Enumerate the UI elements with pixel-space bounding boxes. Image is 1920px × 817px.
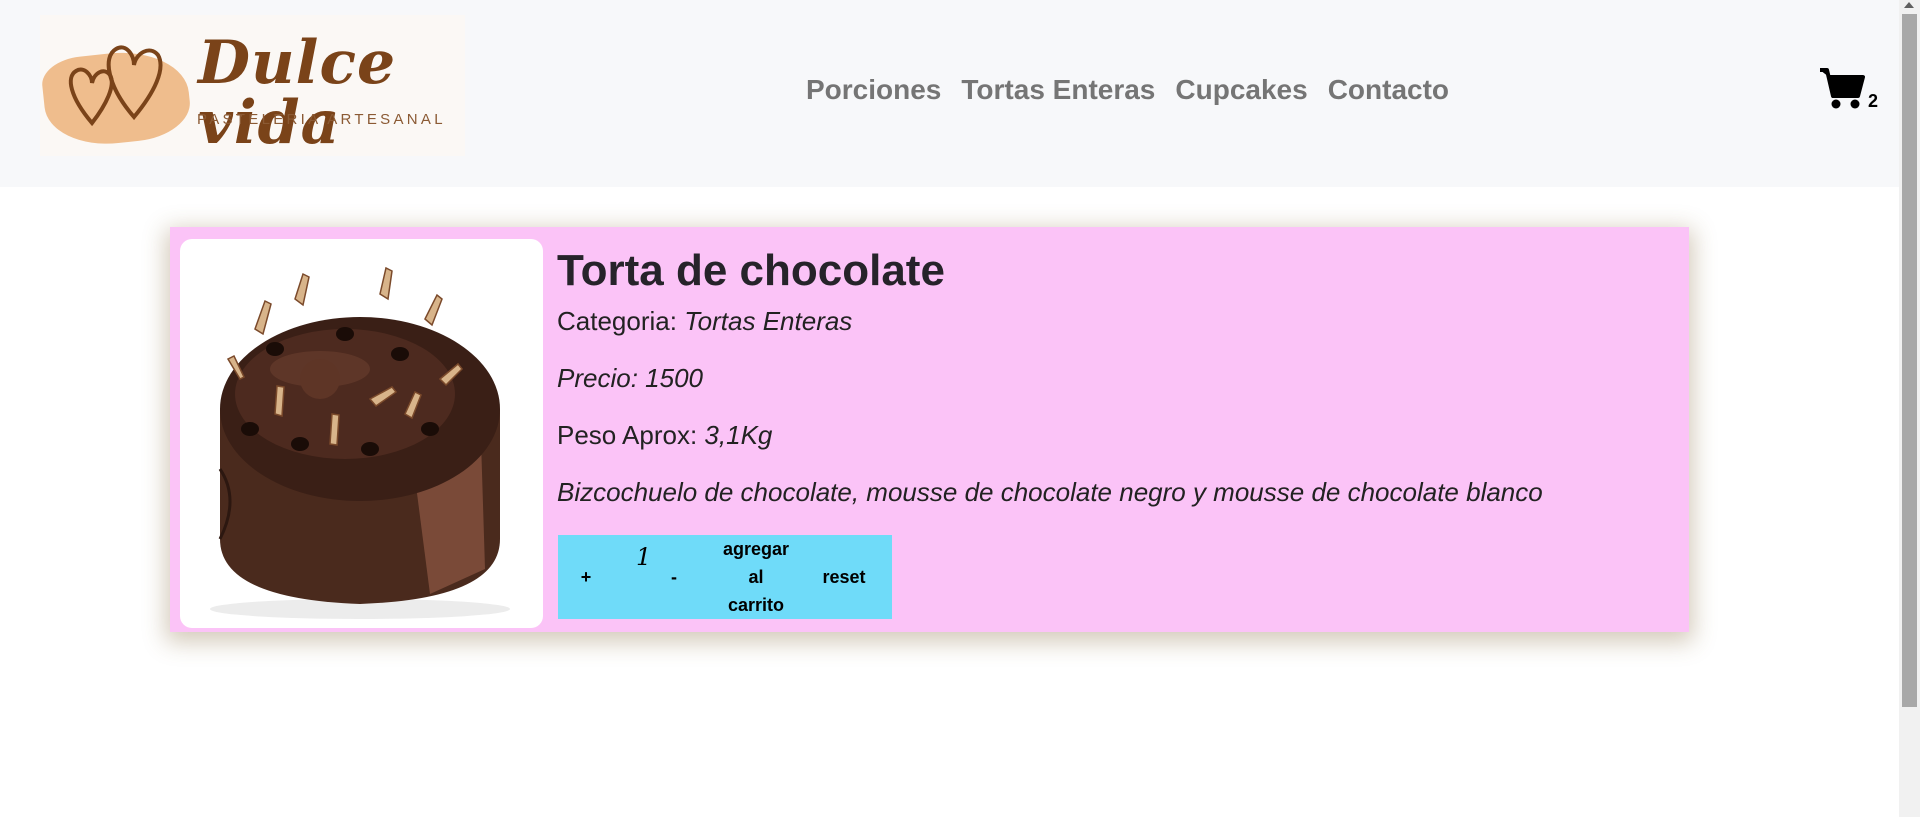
quantity-value: 1	[636, 543, 652, 571]
product-price: Precio: 1500	[557, 363, 703, 394]
brand-logo[interactable]: Dulce vida PASTELERIA ARTESANAL	[39, 15, 465, 158]
nav-link-cupcakes[interactable]: Cupcakes	[1175, 70, 1307, 110]
nav-link-tortas-enteras[interactable]: Tortas Enteras	[961, 70, 1155, 110]
add-to-cart-label-1: agregar	[722, 539, 790, 559]
decrement-button[interactable]: -	[664, 563, 684, 591]
product-description: Bizcochuelo de chocolate, mousse de choc…	[557, 477, 1543, 508]
cart-count-badge: 2	[1868, 91, 1879, 111]
logo-subtitle: PASTELERIA ARTESANAL	[197, 111, 446, 128]
add-to-cart-label-2: al	[748, 567, 764, 587]
product-weight: Peso Aprox: 3,1Kg	[557, 420, 772, 451]
product-title: Torta de chocolate	[557, 246, 945, 295]
product-category: Categoria: Tortas Enteras	[557, 306, 852, 337]
price-label: Precio:	[557, 363, 646, 393]
category-value: Tortas Enteras	[684, 306, 853, 336]
shopping-cart-icon	[1820, 68, 1865, 109]
product-card: Torta de chocolate Categoria: Tortas Ent…	[170, 227, 1689, 632]
chocolate-cake-image	[210, 266, 510, 619]
logo-title: Dulce vida	[198, 28, 397, 158]
weight-label: Peso Aprox:	[557, 420, 705, 450]
category-label: Categoria:	[557, 306, 685, 336]
price-value: 1500	[645, 363, 703, 393]
weight-value: 3,1Kg	[704, 420, 773, 450]
add-to-cart-label-3: carrito	[727, 595, 785, 615]
nav-link-porciones[interactable]: Porciones	[806, 70, 941, 110]
description-text: Bizcochuelo de chocolate, mousse de choc…	[557, 477, 1543, 507]
cart-controls: + 1 - agregar al carrito reset	[558, 535, 892, 619]
nav-link-contacto[interactable]: Contacto	[1328, 70, 1449, 110]
scrollbar-thumb[interactable]	[1902, 14, 1917, 707]
reset-button[interactable]: reset	[816, 563, 872, 591]
main-nav: Porciones Tortas Enteras Cupcakes Contac…	[806, 70, 1449, 110]
hearts-icon	[68, 45, 163, 127]
add-to-cart-button[interactable]: agregar al carrito	[714, 535, 798, 619]
scroll-up-arrow-icon[interactable]	[1904, 2, 1914, 8]
navbar: Dulce vida PASTELERIA ARTESANAL Porcione…	[0, 0, 1899, 187]
product-image	[180, 239, 543, 628]
vertical-scrollbar[interactable]	[1899, 0, 1920, 817]
increment-button[interactable]: +	[576, 563, 596, 591]
cart-button[interactable]: 2	[1818, 66, 1878, 110]
